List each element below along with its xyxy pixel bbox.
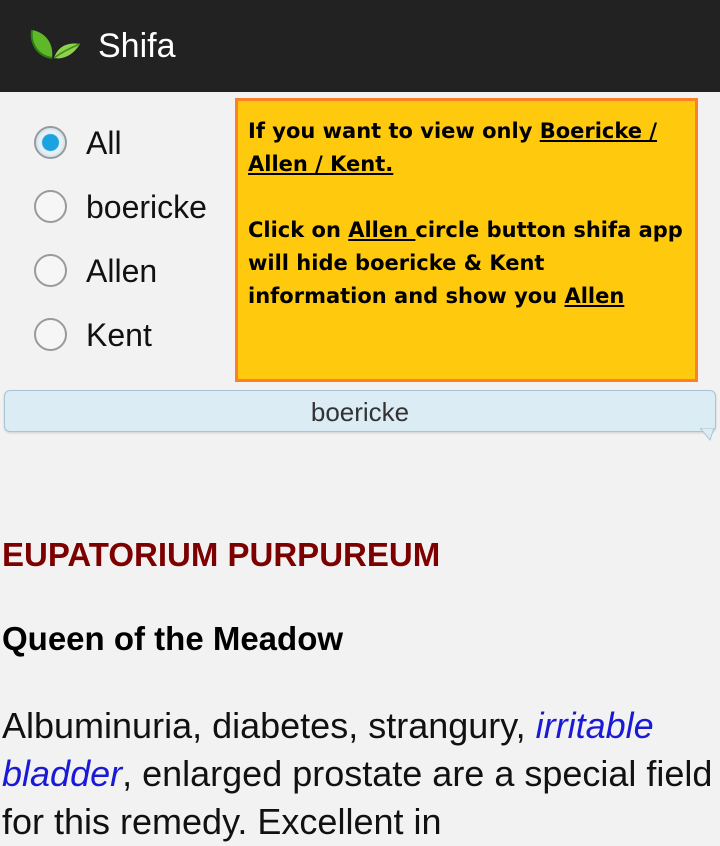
radio-boericke[interactable]: boericke — [34, 176, 234, 240]
radio-button-all[interactable] — [34, 126, 67, 159]
help-callout: If you want to view only Boericke / Alle… — [235, 98, 698, 382]
radio-button-allen[interactable] — [34, 254, 67, 287]
callout-underlined-text: Allen — [348, 218, 416, 242]
radio-label-allen: Allen — [86, 253, 158, 289]
radio-allen[interactable]: Allen — [34, 240, 234, 304]
radio-button-kent[interactable] — [34, 318, 67, 351]
speech-tail-icon — [700, 428, 714, 442]
callout-text: If you want to view only — [248, 119, 540, 143]
remedy-common-name: Queen of the Meadow — [2, 620, 344, 657]
remedy-description: Albuminuria, diabetes, strangury, irrita… — [2, 702, 718, 846]
radio-kent[interactable]: Kent — [34, 304, 234, 368]
app-title: Shifa — [98, 27, 176, 65]
source-label-bar: boericke — [4, 390, 716, 432]
remedy-name: EUPATORIUM PURPUREUM — [2, 536, 441, 573]
callout-underlined-text: Allen — [564, 284, 625, 308]
leaf-icon — [30, 29, 81, 59]
radio-button-boericke[interactable] — [34, 190, 67, 223]
radio-label-boericke: boericke — [86, 189, 207, 225]
radio-label-kent: Kent — [86, 317, 152, 353]
app-bar: Shifa — [0, 0, 720, 92]
callout-line-1: If you want to view only Boericke / Alle… — [248, 115, 685, 181]
radio-label-all: All — [86, 125, 122, 161]
callout-text: Click on — [248, 218, 349, 242]
remedy-text: Albuminuria, diabetes, strangury, — [2, 705, 536, 746]
callout-line-2: Click on Allen circle button shifa app w… — [248, 214, 685, 313]
radio-all[interactable]: All — [34, 112, 234, 176]
